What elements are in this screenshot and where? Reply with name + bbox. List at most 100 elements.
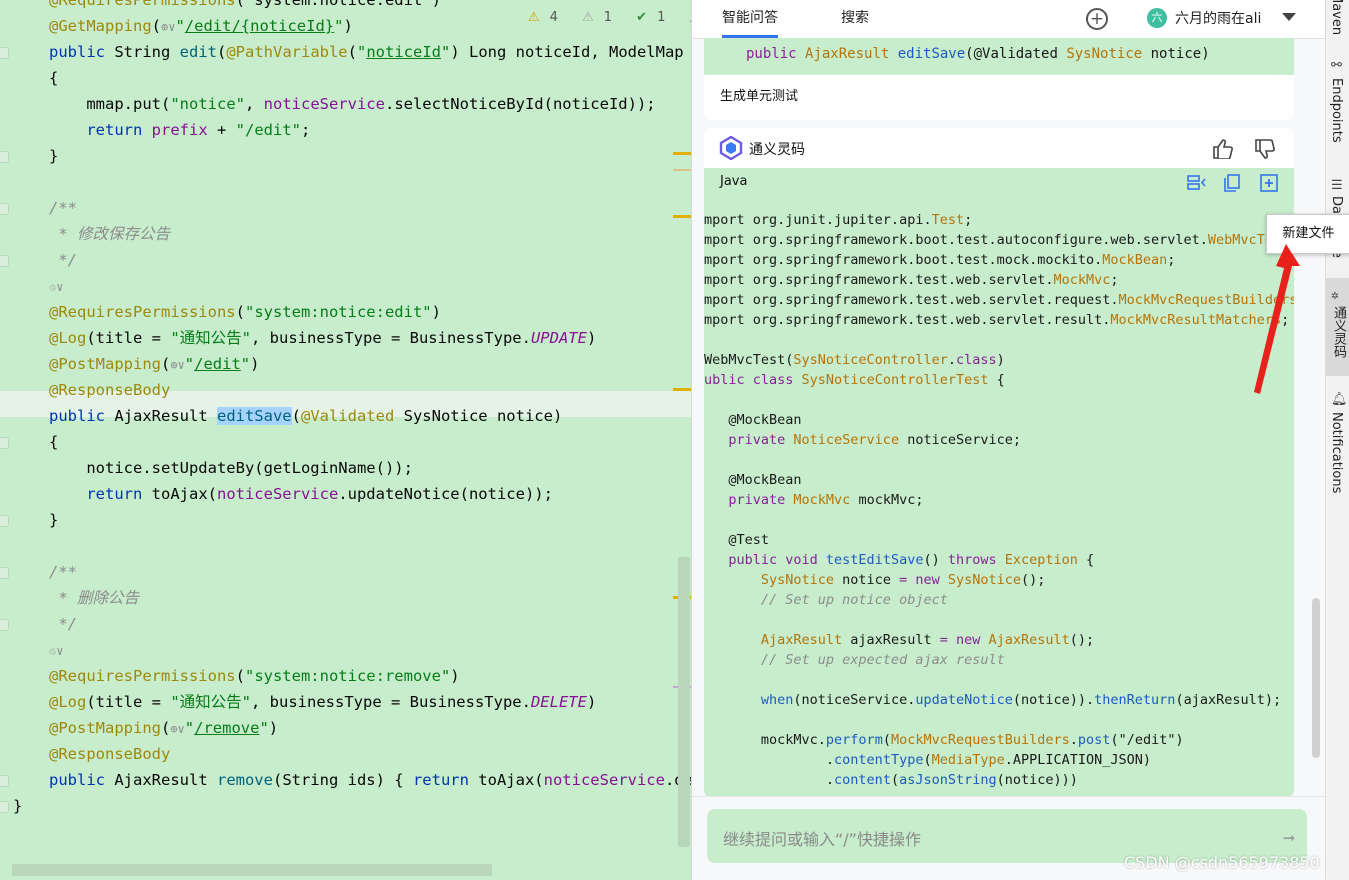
maven-tool-tab[interactable]: Maven [1329, 0, 1344, 35]
code-token: NoticeService [793, 432, 900, 448]
code-token: thenReturn [1094, 692, 1176, 708]
avatar[interactable]: 六 [1147, 8, 1167, 28]
thumbs-up-icon[interactable] [1212, 139, 1234, 159]
code-token: (); [1021, 572, 1046, 588]
answer-code-line: @MockBean [704, 470, 802, 490]
fold-marker[interactable] [0, 203, 9, 215]
assistant-name: 通义灵码 [749, 142, 805, 158]
code-token: "system:notice:remove" [244, 667, 451, 685]
code-token: @PathVariable [226, 43, 348, 61]
code-token: @Validated [300, 407, 404, 425]
editor-horizontal-scrollbar[interactable] [12, 864, 492, 876]
weak-warning-indicator[interactable]: ⚠ 1 [582, 10, 622, 25]
endpoints-tool-tab[interactable]: Endpoints [1329, 78, 1344, 143]
code-token: noticeService [216, 485, 339, 503]
fold-marker[interactable] [0, 47, 9, 59]
answer-code-line: .contentType(MediaType.APPLICATION_JSON) [704, 750, 1151, 770]
code-token: ) [586, 693, 597, 711]
answer-code-line: .content(asJsonString(notice))) [704, 770, 1078, 790]
code-token: /edit/{noticeId} [184, 17, 335, 35]
code-token: notice [834, 572, 900, 588]
scroll-marker[interactable] [673, 388, 691, 391]
code-token: editSave [216, 407, 292, 425]
code-token: prefix [151, 121, 208, 139]
inspection-widget[interactable]: ⚠4 ⚠1 ✔1 ︿ ﹀ [528, 6, 691, 25]
code-token: /** [49, 199, 77, 217]
code-token: mport org.springframework.test.web.servl… [704, 312, 1111, 328]
code-token: , businessType = BusinessType. [251, 693, 531, 711]
code-token: ( [890, 772, 900, 788]
scroll-marker[interactable] [673, 152, 691, 155]
code-token: return [412, 771, 479, 789]
code-token: @PostMapping [49, 355, 161, 373]
code-token: = new [939, 632, 989, 648]
scroll-marker[interactable] [673, 169, 691, 171]
user-message-text: 生成单元测试 [720, 89, 799, 104]
warning-indicator[interactable]: ⚠ 4 [528, 10, 568, 25]
answer-code-line: mockMvc.perform(MockMvcRequestBuilders.p… [704, 730, 1184, 750]
code-token: contentType [834, 752, 924, 768]
tab-smart-qa[interactable]: 智能问答 [722, 0, 778, 38]
code-token: notice.setUpdateBy(getLoginName()); [49, 459, 413, 477]
thumbs-down-icon[interactable] [1254, 139, 1276, 159]
user-name[interactable]: 六月的雨在ali [1175, 0, 1261, 38]
fold-marker[interactable] [0, 515, 9, 527]
code-token: ; [300, 121, 311, 139]
code-token: ( [291, 407, 301, 425]
code-token: public [49, 407, 115, 425]
send-icon[interactable]: ➞ [1283, 826, 1295, 850]
fold-marker[interactable] [0, 151, 9, 163]
ok-indicator[interactable]: ✔ 1 [636, 10, 675, 25]
fold-marker[interactable] [0, 567, 9, 579]
copy-icon[interactable] [1222, 173, 1242, 193]
code-token: { [988, 372, 1005, 388]
fold-marker[interactable] [0, 437, 9, 449]
new-file-icon[interactable] [1259, 173, 1279, 193]
code-token: private [704, 432, 794, 448]
bell-icon: 🔔︎ [1331, 392, 1348, 407]
insert-at-cursor-icon[interactable] [1186, 173, 1206, 193]
code-token: @Log [49, 329, 87, 347]
scroll-marker[interactable] [673, 215, 691, 218]
fold-marker[interactable] [0, 801, 9, 813]
code-token: WebMvcTest( [704, 352, 794, 368]
answer-code-line: mport org.springframework.boot.test.auto… [704, 230, 1294, 250]
editor-vertical-scrollbar[interactable] [678, 557, 690, 847]
code-token: " [184, 355, 195, 373]
fold-marker[interactable] [0, 619, 9, 631]
chat-scrollbar[interactable] [1312, 598, 1320, 758]
code-token: perform [825, 732, 883, 748]
lingma-tool-tab[interactable]: 通义灵码 [1329, 306, 1348, 358]
code-token: /edit [194, 355, 241, 373]
answer-code-line: // Set up expected ajax result [704, 650, 1005, 670]
code-token: ) Long noticeId, ModelMap mma [450, 43, 684, 61]
answer-code-line: SysNotice notice = new SysNotice(); [704, 570, 1046, 590]
code-token: toAjax( [478, 771, 544, 789]
code-token: class [955, 352, 997, 368]
code-token: , [244, 95, 264, 113]
code-token: @MockBean [704, 472, 802, 488]
tab-search[interactable]: 搜索 [841, 0, 869, 36]
code-token: (title = [86, 329, 171, 347]
new-chat-icon[interactable]: + [1086, 8, 1108, 30]
code-token: DELETE [530, 693, 587, 711]
notifications-tool-tab[interactable]: Notifications [1329, 412, 1344, 493]
fold-marker[interactable] [0, 775, 9, 787]
answer-code-line: public void testEditSave() throws Except… [704, 550, 1094, 570]
code-editor[interactable]: @RequiresPermissions("system:notice:edit… [0, 0, 691, 880]
chevron-down-icon[interactable] [1282, 13, 1296, 21]
code-token: SysNotice notice) [403, 407, 563, 425]
code-token: noticeService; [899, 432, 1021, 448]
code-token: public [49, 43, 115, 61]
code-token: mockMvc. [704, 732, 826, 748]
chat-tab-bar: 智能问答 搜索 + 六 六月的雨在ali [692, 0, 1326, 39]
code-token: ( [923, 752, 932, 768]
fold-marker[interactable] [0, 255, 9, 267]
code-token: @MockBean [704, 412, 802, 428]
code-token: updateNotice [915, 692, 1013, 708]
code-token: { [49, 433, 59, 451]
code-token: ⊕∨ [170, 358, 185, 372]
code-token: mport org.springframework.boot.test.mock… [704, 252, 1103, 268]
red-annotation-arrow-icon [1254, 244, 1300, 394]
code-token: .selectNoticeById(noticeId)); [384, 95, 656, 113]
